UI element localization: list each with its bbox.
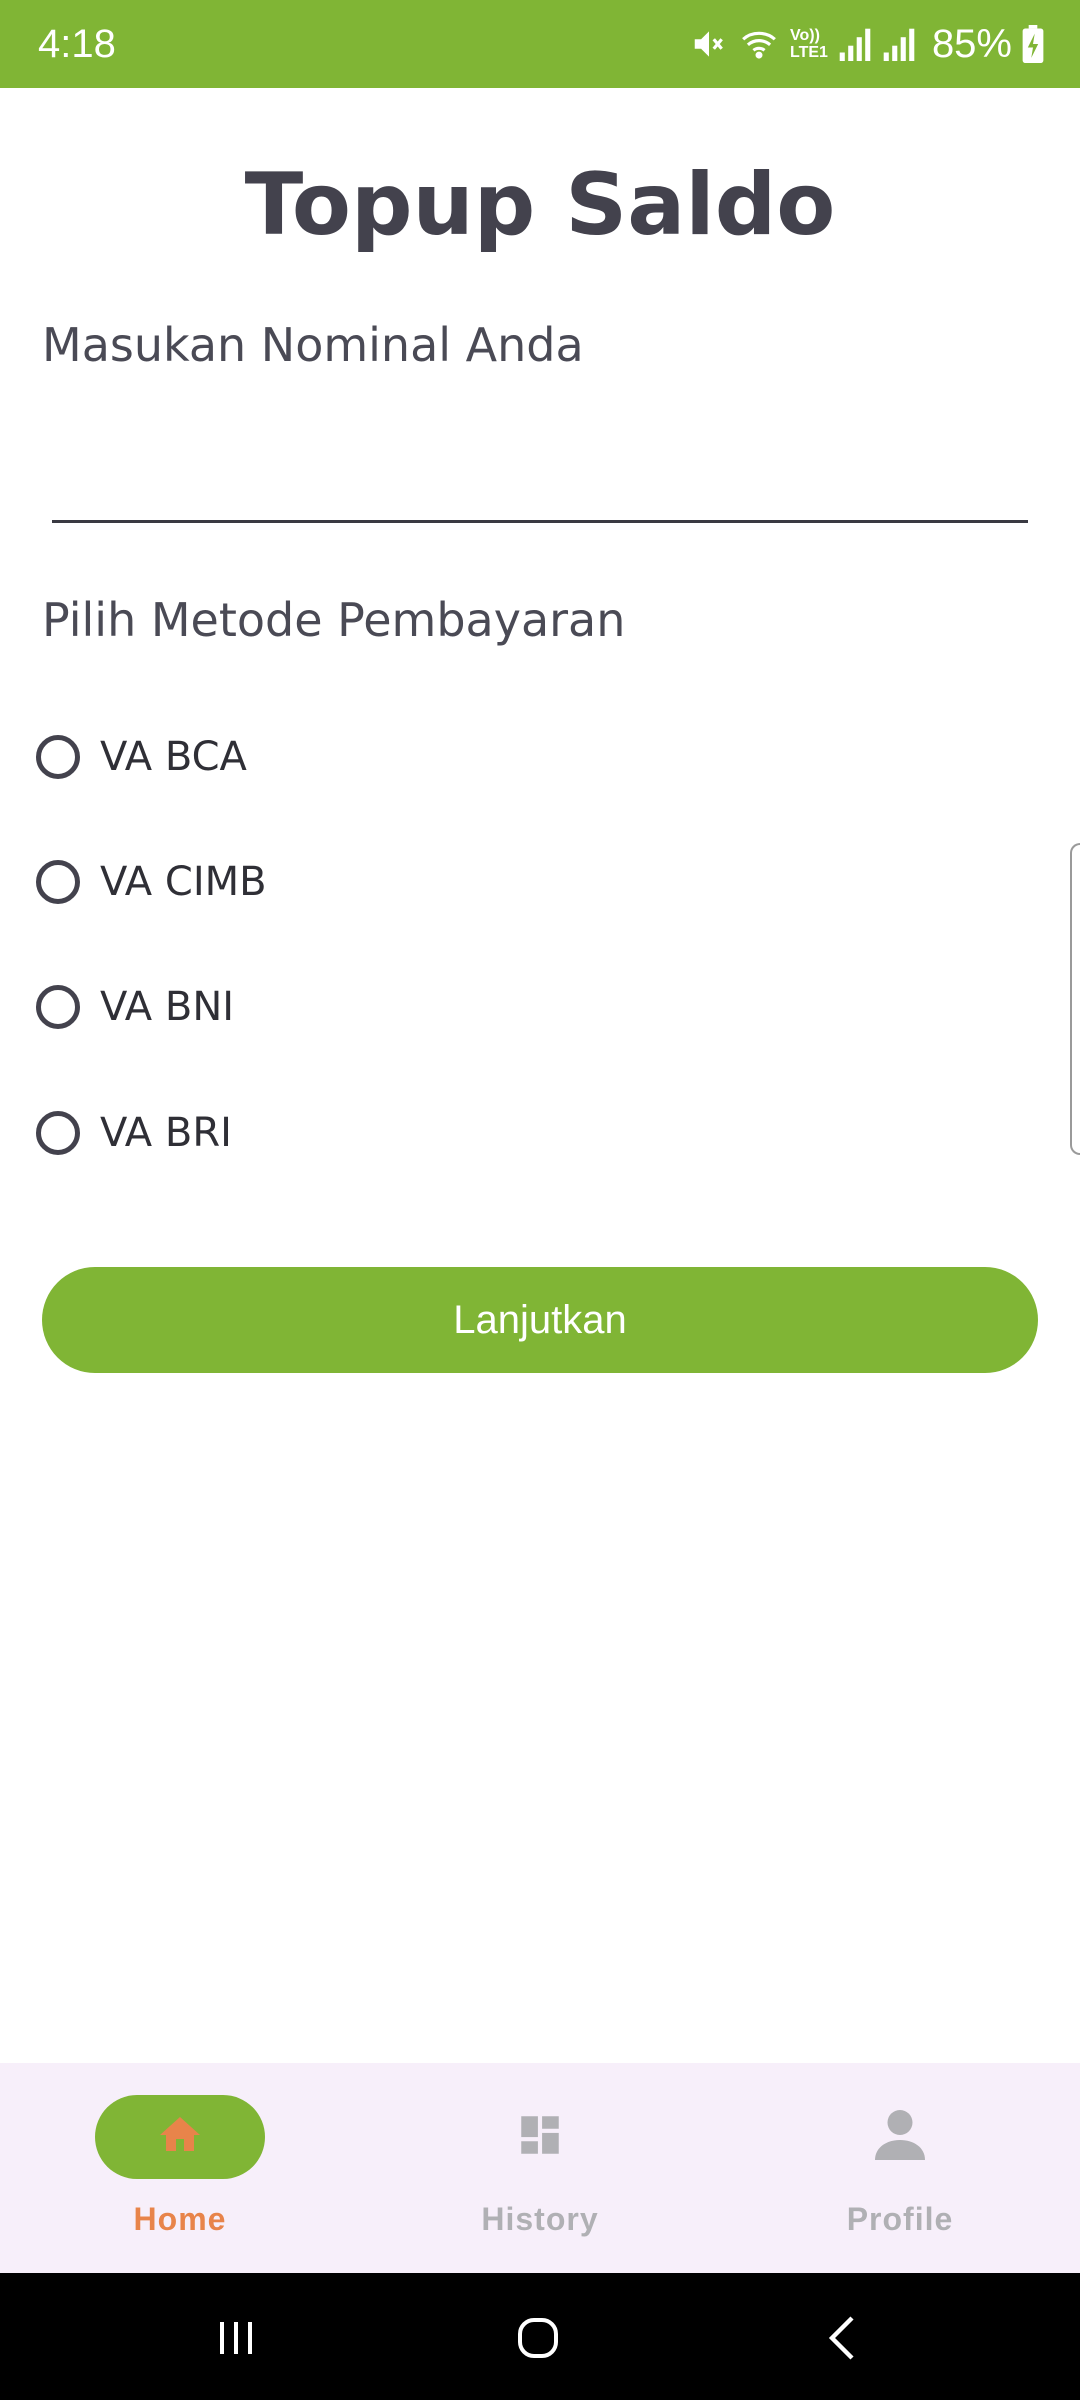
amount-input[interactable] — [52, 430, 1028, 523]
status-icons: Vo)) LTE1 85% — [690, 16, 1044, 72]
radio-button[interactable] — [36, 1111, 80, 1155]
recents-icon[interactable] — [196, 2303, 276, 2373]
battery-charging-icon — [1022, 25, 1044, 63]
dashboard-icon — [515, 2110, 565, 2164]
wifi-icon — [738, 25, 780, 63]
status-bar: 4:18 Vo)) LTE1 85% — [0, 0, 1080, 88]
nav-label-home: Home — [133, 2201, 227, 2237]
continue-button[interactable]: Lanjutkan — [42, 1267, 1038, 1373]
radio-label: VA BNI — [100, 984, 235, 1030]
person-icon — [870, 2105, 930, 2169]
nav-item-history[interactable]: History — [360, 2063, 720, 2273]
system-navigation-bar — [0, 2273, 1080, 2400]
home-circle-icon[interactable] — [498, 2303, 578, 2373]
radio-label: VA BRI — [100, 1110, 232, 1156]
home-icon — [156, 2111, 204, 2163]
bottom-navigation: Home History Profile — [0, 2063, 1080, 2273]
amount-label: Masukan Nominal Anda — [42, 318, 584, 372]
battery-percent: 85% — [931, 22, 1012, 66]
nav-label-profile: Profile — [846, 2201, 954, 2237]
status-time: 4:18 — [38, 22, 116, 66]
radio-button[interactable] — [36, 860, 80, 904]
nav-home-indicator — [95, 2095, 265, 2179]
nav-label-history: History — [481, 2201, 599, 2237]
radio-button[interactable] — [36, 735, 80, 779]
signal-icon — [838, 25, 872, 63]
topup-screen: 4:18 Vo)) LTE1 85% Topup Saldo Masukan N… — [0, 0, 1080, 2400]
payment-method-label: Pilih Metode Pembayaran — [42, 593, 626, 647]
radio-label: VA CIMB — [100, 859, 267, 905]
volte-icon: Vo)) LTE1 — [790, 27, 828, 61]
radio-button[interactable] — [36, 985, 80, 1029]
radio-option-va-bri[interactable]: VA BRI — [36, 1093, 636, 1173]
page-title: Topup Saldo — [244, 155, 836, 255]
signal-icon — [882, 25, 916, 63]
radio-label: VA BCA — [100, 734, 247, 780]
radio-option-va-bca[interactable]: VA BCA — [36, 717, 636, 797]
back-icon[interactable] — [802, 2303, 882, 2373]
nav-history-indicator — [455, 2095, 625, 2179]
nav-item-profile[interactable]: Profile — [720, 2063, 1080, 2273]
radio-option-va-bni[interactable]: VA BNI — [36, 967, 636, 1047]
nav-item-home[interactable]: Home — [0, 2063, 360, 2273]
mute-icon — [690, 25, 728, 63]
edge-panel-handle[interactable] — [1070, 843, 1080, 1155]
radio-option-va-cimb[interactable]: VA CIMB — [36, 842, 636, 922]
nav-profile-indicator — [815, 2095, 985, 2179]
